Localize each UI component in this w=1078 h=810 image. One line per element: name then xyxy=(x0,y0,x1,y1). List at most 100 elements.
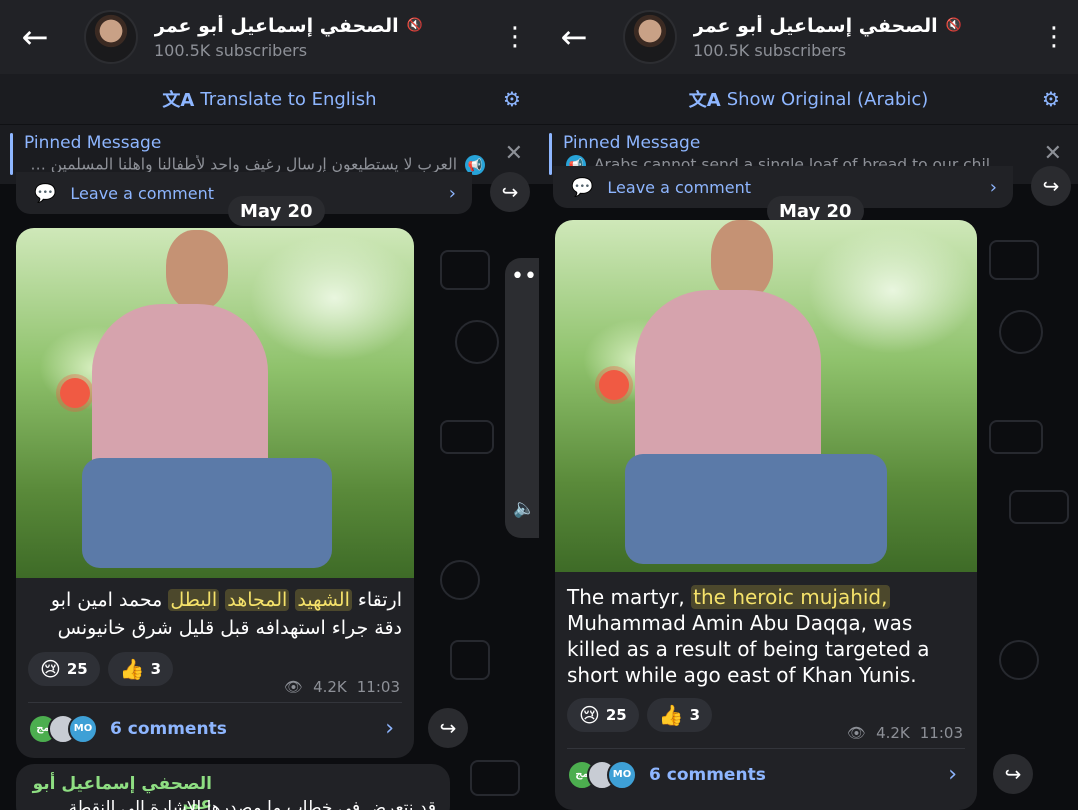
post-text-part: The martyr, xyxy=(567,585,692,609)
post-time: 11:03 xyxy=(356,678,400,696)
post-text-highlight: المجاهد xyxy=(225,589,290,611)
leave-comment-label: Leave a comment xyxy=(70,183,215,203)
reaction-bar: 😢 25 👍 3 xyxy=(567,698,713,732)
post-meta: 👁 4.2K 11:03 xyxy=(284,678,400,696)
photo-person-shirt xyxy=(635,290,821,470)
back-arrow-icon[interactable]: ← xyxy=(539,0,609,74)
channel-avatar[interactable] xyxy=(623,10,677,64)
comments-count: 6 comments xyxy=(649,764,766,785)
post-text-highlight: the heroic mujahid, xyxy=(691,585,890,609)
translate-icon: 文A xyxy=(688,90,721,111)
photo-flower xyxy=(60,378,90,408)
wallpaper-doodle xyxy=(999,640,1039,680)
channel-title-row: الصحفي إسماعيل أبو عمر 🔇 xyxy=(154,15,491,37)
post-text-highlight: البطل xyxy=(168,589,220,611)
chat-panel-original: ← الصحفي إسماعيل أبو عمر 🔇 100.5K subscr… xyxy=(0,0,539,810)
commenter-avatar: MO xyxy=(607,759,637,790)
comments-count: 6 comments xyxy=(110,718,227,739)
share-icon[interactable]: ↪ xyxy=(490,172,530,212)
reaction-cry[interactable]: 😢 25 xyxy=(567,698,639,732)
reaction-count: 25 xyxy=(605,706,627,724)
translate-bar[interactable]: 文A Show Original (Arabic) ⚙ xyxy=(539,74,1078,124)
channel-header: ← الصحفي إسماعيل أبو عمر 🔇 100.5K subscr… xyxy=(0,0,539,74)
wallpaper-doodle xyxy=(440,250,490,290)
chevron-right-icon: › xyxy=(448,182,456,204)
next-message[interactable]: الصحفي إسماعيل أبو عمر قد نتعرض في خطاب … xyxy=(16,764,450,810)
leave-comment-label: Leave a comment xyxy=(607,177,752,197)
more-options-icon[interactable]: ••• xyxy=(511,264,539,289)
photo-person-head xyxy=(711,220,773,300)
wallpaper-doodle xyxy=(440,560,480,600)
more-options-icon[interactable]: ⋮ xyxy=(491,0,539,74)
photo-person-jeans xyxy=(82,458,332,568)
subscriber-count: 100.5K subscribers xyxy=(693,40,847,60)
reaction-cry[interactable]: 😢 25 xyxy=(28,652,100,686)
post-photo[interactable] xyxy=(555,220,977,572)
post-text-highlight: الشهيد xyxy=(295,589,352,611)
close-icon[interactable]: ✕ xyxy=(1044,141,1062,166)
wallpaper-doodle xyxy=(470,760,520,796)
post-text: ارتقاء الشهيد المجاهد البطل محمد امين اب… xyxy=(28,586,402,642)
translate-bar[interactable]: 文A Translate to English ⚙ xyxy=(0,74,539,124)
reaction-thumbs-up[interactable]: 👍 3 xyxy=(646,698,713,732)
channel-title-row: الصحفي إسماعيل أبو عمر 🔇 xyxy=(693,15,1030,37)
post-photo[interactable] xyxy=(16,228,414,578)
wallpaper-doodle xyxy=(440,420,494,454)
photo-person-head xyxy=(166,230,228,310)
translate-icon: 文A xyxy=(162,90,195,111)
post-text-part: Muhammad Amin Abu Daqqa, was killed as a… xyxy=(567,611,930,687)
reaction-thumbs-up[interactable]: 👍 3 xyxy=(107,652,174,686)
photo-flower xyxy=(599,370,629,400)
wallpaper-doodle xyxy=(999,310,1043,354)
translate-settings-icon[interactable]: ⚙ xyxy=(499,86,525,112)
thumbs-up-icon: 👍 xyxy=(658,703,684,727)
reaction-count: 3 xyxy=(150,660,162,678)
translate-label: Translate to English xyxy=(200,88,377,110)
share-icon[interactable]: ↪ xyxy=(993,754,1033,794)
channel-avatar[interactable] xyxy=(84,10,138,64)
channel-title-block[interactable]: الصحفي إسماعيل أبو عمر 🔇 100.5K subscrib… xyxy=(154,15,491,60)
pinned-indicator xyxy=(549,133,552,175)
wallpaper-doodle xyxy=(989,420,1043,454)
channel-post[interactable]: ارتقاء الشهيد المجاهد البطل محمد امين اب… xyxy=(16,228,414,758)
chevron-right-icon: › xyxy=(385,716,394,741)
channel-title-block[interactable]: الصحفي إسماعيل أبو عمر 🔇 100.5K subscrib… xyxy=(693,15,1030,60)
reaction-count: 3 xyxy=(689,706,701,724)
wallpaper-doodle xyxy=(455,320,499,364)
channel-post[interactable]: The martyr, the heroic mujahid, Muhammad… xyxy=(555,220,977,810)
chevron-right-icon: › xyxy=(989,176,997,198)
view-count: 4.2K xyxy=(876,724,910,742)
wallpaper-doodle xyxy=(989,240,1039,280)
post-time: 11:03 xyxy=(919,724,963,742)
show-original-label: Show Original (Arabic) xyxy=(726,88,929,110)
crying-face-icon: 😢 xyxy=(40,657,61,681)
photo-person-shirt xyxy=(92,304,268,474)
close-icon[interactable]: ✕ xyxy=(505,141,523,166)
back-arrow-icon[interactable]: ← xyxy=(0,0,70,74)
eye-icon: 👁 xyxy=(847,724,867,742)
translate-settings-icon[interactable]: ⚙ xyxy=(1038,86,1064,112)
pinned-title: Pinned Message xyxy=(563,133,701,153)
post-text-part: ارتقاء xyxy=(351,589,402,611)
volume-icon[interactable]: 🔈 xyxy=(513,498,535,519)
share-icon[interactable]: ↪ xyxy=(428,708,468,748)
muted-icon: 🔇 xyxy=(406,18,423,33)
floating-side-panel[interactable]: ••• 🔈 xyxy=(505,258,539,538)
share-icon[interactable]: ↪ xyxy=(1031,166,1071,206)
wallpaper-doodle xyxy=(1009,490,1069,524)
pinned-title: Pinned Message xyxy=(24,133,162,153)
chat-panel-translated: ← الصحفي إسماعيل أبو عمر 🔇 100.5K subscr… xyxy=(539,0,1078,810)
post-text: The martyr, the heroic mujahid, Muhammad… xyxy=(567,584,965,688)
reaction-bar: 😢 25 👍 3 xyxy=(28,652,174,686)
comments-button[interactable]: مج MO 6 comments › xyxy=(567,748,965,800)
comment-icon: 💬 xyxy=(571,176,594,198)
message-text: قد نتعرض في خطاب ما مصدرها الإشارة إلى ا… xyxy=(47,798,436,810)
date-separator: May 20 xyxy=(228,196,325,226)
comment-icon: 💬 xyxy=(34,182,57,204)
channel-title: الصحفي إسماعيل أبو عمر xyxy=(154,14,399,37)
crying-face-icon: 😢 xyxy=(579,703,600,727)
more-options-icon[interactable]: ⋮ xyxy=(1030,0,1078,74)
pinned-indicator xyxy=(10,133,13,175)
eye-icon: 👁 xyxy=(284,678,304,696)
comments-button[interactable]: مج MO 6 comments › xyxy=(28,702,402,754)
